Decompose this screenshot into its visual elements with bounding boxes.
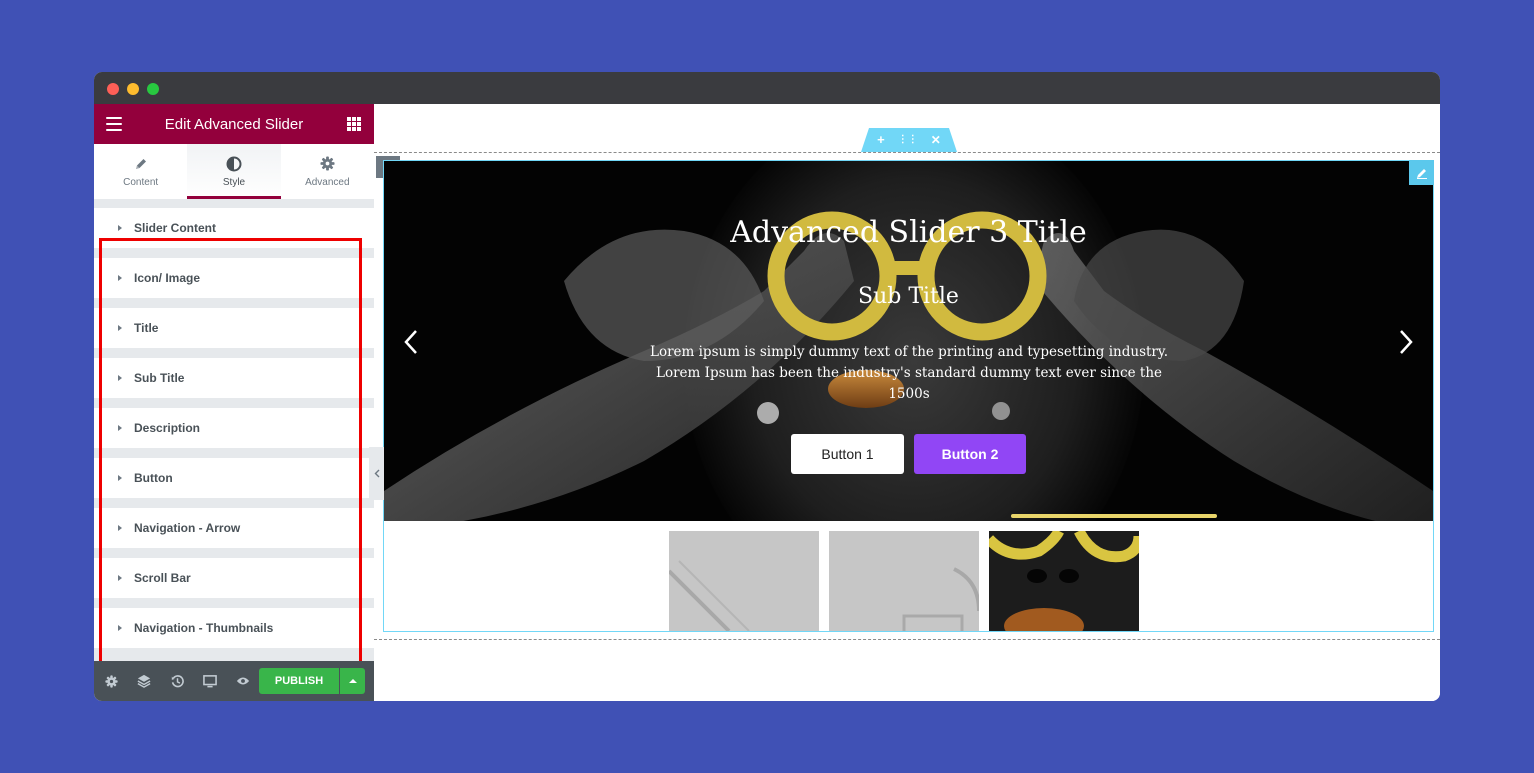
tab-advanced-label: Advanced bbox=[305, 176, 350, 188]
caret-right-icon bbox=[118, 375, 122, 381]
caret-right-icon bbox=[118, 525, 122, 531]
responsive-icon[interactable] bbox=[202, 673, 218, 689]
caret-right-icon bbox=[118, 625, 122, 631]
layers-icon[interactable] bbox=[136, 673, 152, 689]
editor-panel: Edit Advanced Slider Content Style Advan… bbox=[94, 104, 374, 701]
advanced-slider: Advanced Slider 3 Title Sub Title Lorem … bbox=[384, 161, 1433, 521]
hamburger-icon[interactable] bbox=[106, 117, 122, 131]
panel-footer: PUBLISH bbox=[94, 661, 374, 701]
section-label: Scroll Bar bbox=[134, 571, 191, 585]
section-sub-title[interactable]: Sub Title bbox=[94, 358, 374, 398]
delete-section-button[interactable]: ✕ bbox=[931, 132, 941, 148]
thumbnail-2[interactable] bbox=[829, 531, 979, 631]
pencil-icon bbox=[134, 156, 148, 172]
chevron-right-icon[interactable] bbox=[1396, 328, 1416, 356]
slide-button-2[interactable]: Button 2 bbox=[914, 434, 1026, 474]
slide-title: Advanced Slider 3 Title bbox=[730, 215, 1087, 250]
tab-style[interactable]: Style bbox=[187, 144, 281, 199]
caret-up-icon bbox=[348, 679, 357, 683]
window-titlebar bbox=[94, 72, 1440, 104]
section-slider-content[interactable]: Slider Content bbox=[94, 208, 374, 248]
section-label: Icon/ Image bbox=[134, 271, 201, 285]
preview-icon[interactable] bbox=[235, 673, 251, 689]
section-icon-image[interactable]: Icon/ Image bbox=[94, 258, 374, 298]
contrast-icon bbox=[226, 156, 242, 172]
chevron-left-icon[interactable] bbox=[401, 328, 421, 356]
app-window: Edit Advanced Slider Content Style Advan… bbox=[94, 72, 1440, 701]
panel-header: Edit Advanced Slider bbox=[94, 104, 374, 144]
slider-scroll-bar[interactable] bbox=[1011, 514, 1217, 518]
section-label: Button bbox=[134, 471, 173, 485]
style-sections-list: Slider Content Icon/ Image Title Sub Tit… bbox=[94, 208, 374, 658]
thumbnail-navigation bbox=[669, 531, 1139, 631]
caret-right-icon bbox=[118, 475, 122, 481]
apps-grid-icon[interactable] bbox=[347, 117, 361, 131]
caret-right-icon bbox=[118, 275, 122, 281]
tab-style-label: Style bbox=[222, 176, 246, 188]
tab-content-label: Content bbox=[123, 176, 159, 188]
thumbnail-1[interactable] bbox=[669, 531, 819, 631]
section-label: Slider Content bbox=[134, 221, 217, 235]
publish-options-button[interactable] bbox=[340, 668, 365, 694]
section-label: Description bbox=[134, 421, 201, 435]
section-handle: + ⋮⋮ ✕ bbox=[861, 128, 957, 152]
tab-content[interactable]: Content bbox=[94, 144, 187, 199]
tab-advanced[interactable]: Advanced bbox=[281, 144, 374, 199]
caret-right-icon bbox=[118, 225, 122, 231]
minimize-window-button[interactable] bbox=[127, 83, 139, 95]
gear-icon bbox=[320, 156, 335, 172]
section-label: Navigation - Arrow bbox=[134, 521, 241, 535]
slide-button-1[interactable]: Button 1 bbox=[791, 434, 904, 474]
section-navigation-arrow[interactable]: Navigation - Arrow bbox=[94, 508, 374, 548]
section-title[interactable]: Title bbox=[94, 308, 374, 348]
add-section-button[interactable]: + bbox=[877, 132, 885, 148]
panel-tabs: Content Style Advanced bbox=[94, 144, 374, 199]
edit-widget-button[interactable] bbox=[1409, 160, 1434, 185]
history-icon[interactable] bbox=[169, 673, 185, 689]
collapse-panel-toggle[interactable] bbox=[369, 447, 384, 500]
settings-icon[interactable] bbox=[103, 673, 119, 689]
thumbnail-3-active[interactable] bbox=[989, 531, 1139, 631]
section-navigation-thumbnails[interactable]: Navigation - Thumbnails bbox=[94, 608, 374, 648]
caret-right-icon bbox=[118, 325, 122, 331]
section-scroll-bar[interactable]: Scroll Bar bbox=[94, 558, 374, 598]
section-label: Title bbox=[134, 321, 159, 335]
maximize-window-button[interactable] bbox=[147, 83, 159, 95]
slide-subtitle: Sub Title bbox=[858, 284, 959, 309]
section-description[interactable]: Description bbox=[94, 408, 374, 448]
section-label: Sub Title bbox=[134, 371, 185, 385]
close-window-button[interactable] bbox=[107, 83, 119, 95]
section-button[interactable]: Button bbox=[94, 458, 374, 498]
caret-right-icon bbox=[118, 425, 122, 431]
section-label: Navigation - Thumbnails bbox=[134, 621, 274, 635]
panel-title: Edit Advanced Slider bbox=[164, 115, 304, 133]
editor-canvas: + ⋮⋮ ✕ Advanced Slider 3 Title Sub Title… bbox=[374, 104, 1440, 701]
publish-button[interactable]: PUBLISH bbox=[259, 668, 339, 694]
drag-section-handle[interactable]: ⋮⋮ bbox=[898, 132, 918, 148]
slide-description: Lorem ipsum is simply dummy text of the … bbox=[649, 344, 1168, 402]
caret-right-icon bbox=[118, 575, 122, 581]
